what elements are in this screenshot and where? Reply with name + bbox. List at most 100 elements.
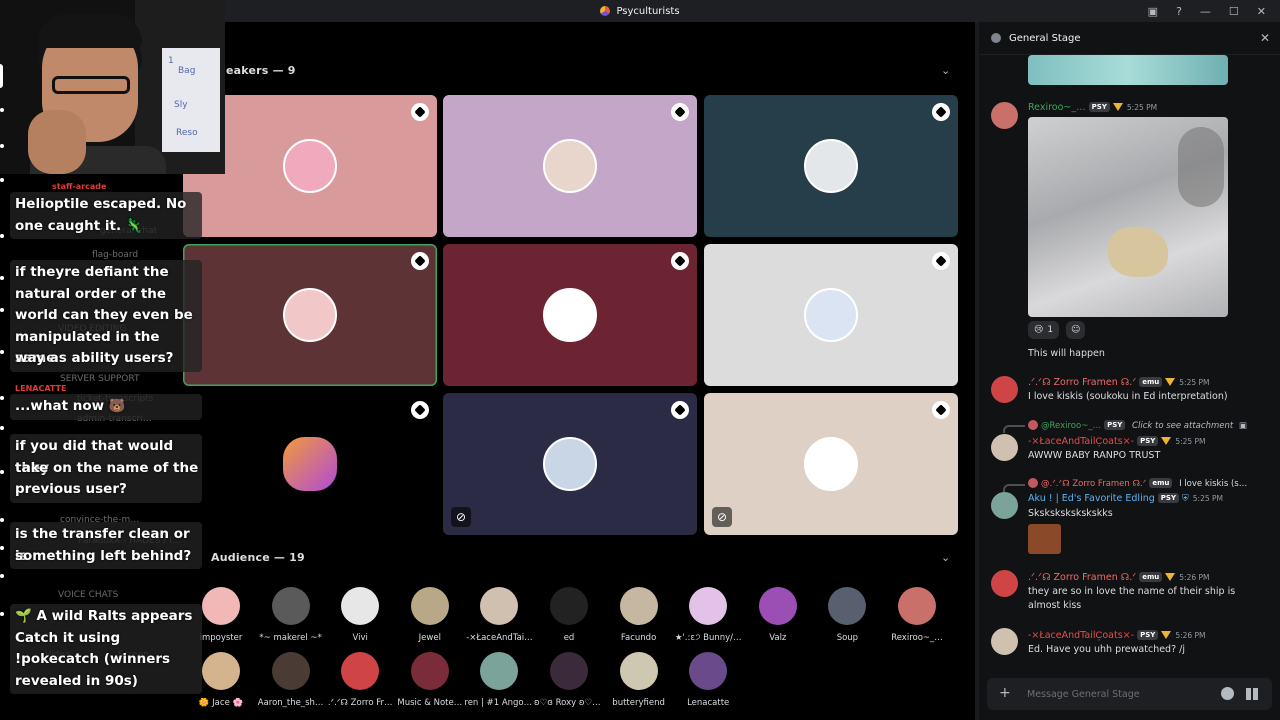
apps-icon[interactable] [1246,688,1258,700]
username[interactable]: -×ŁaceAndTailC͙oats×- [1028,436,1134,447]
audience-avatar [689,587,728,625]
inbox-icon[interactable]: ▣ [1148,5,1158,18]
role-icon [1165,378,1176,386]
speaker-tile[interactable] [443,244,697,386]
avatar[interactable] [991,492,1018,519]
overlay-chat-message: is the transfer clean or is something lef… [10,522,202,569]
speaker-tile[interactable] [704,95,958,237]
overlay-chat-message: if theyre defiant the natural order of th… [10,260,202,372]
overlay-chat-line: Catch it using [15,629,121,646]
reply-username: @.ᐟ.ᐟ☊ Zorro Framen ☊.ᐟ [1041,479,1147,489]
audience-member[interactable]: butteryfiend [604,652,674,708]
speaker-tile[interactable]: ⊘ [443,393,697,535]
emoji-sticker[interactable] [1028,524,1061,554]
audience-avatar [341,652,380,690]
minimize-button[interactable]: — [1200,5,1211,18]
ghost-channel-label: staff-arcade [52,182,107,191]
reply-preview[interactable]: @.ᐟ.ᐟ☊ Zorro Framen ☊.ᐟ emu I love kiskis… [1028,478,1248,489]
mic-muted-icon: ⊘ [712,507,732,527]
reply-preview[interactable]: @Rexiroo~_… PSY Click to see attachment ▣ [1028,420,1247,431]
speaker-tile[interactable]: ⊘ [704,393,958,535]
username[interactable]: .ᐟ.ᐟ☊ Zorro Framen ☊.ᐟ [1028,377,1136,388]
speaker-tile[interactable] [443,95,697,237]
avatar[interactable] [991,102,1018,129]
reply-text: I love kiskis (s… [1179,479,1248,489]
username[interactable]: Aku ! | Ed's Favorite Edling [1028,493,1155,504]
avatar[interactable] [991,570,1018,597]
audience-member[interactable]: -×ŁaceAndTai… [464,587,534,643]
maximize-button[interactable]: ☐ [1229,5,1239,18]
role-icon [1112,103,1123,111]
audience-member[interactable]: Valz [743,587,813,643]
collapse-speakers-icon[interactable]: ⌄ [941,64,950,77]
reaction-chip[interactable]: 😢 1 [1028,321,1060,339]
audience-member[interactable]: Rexiroo~_… [882,587,952,643]
audience-name: Music & Note… [397,698,463,708]
audience-name: Jewel [418,633,441,643]
speaker-avatar [283,139,337,193]
close-chat-icon[interactable]: ✕ [1260,31,1270,45]
audience-avatar [828,587,867,625]
audience-member[interactable]: ʚ♡ɞ Roxy ʚ♡ɞ… [534,652,604,708]
unread-dot [0,546,4,550]
overlay-chat-message: if you did that would they take on the na… [10,434,202,503]
board-text-2: Bag [178,66,196,76]
streamer-hair-front [38,14,142,48]
chat-title: General Stage [1009,32,1081,44]
image-attachment-previous[interactable] [1028,55,1228,85]
audience-member[interactable]: ★'.:ɛ੭ Bunny/… [673,587,743,643]
ghost-channel-label: VOICE CHATS [58,590,119,600]
audience-member[interactable]: ren | #1 Angoli… [464,652,534,708]
message-text: AWWW BABY RANPO TRUST [1028,450,1161,461]
audience-name: ʚ♡ɞ Roxy ʚ♡ɞ… [534,698,604,708]
add-attachment-icon[interactable]: + [999,685,1011,701]
audience-member[interactable]: *~ makerel ~* [256,587,326,643]
moderator-icon [671,103,689,121]
speaker-avatar [804,288,858,342]
message-header: -×ŁaceAndTailC͙oats×- PSY 5:26 PM [1028,630,1206,641]
reply-avatar [1028,478,1038,488]
audience-member[interactable]: ed [534,587,604,643]
username[interactable]: Rexiroo~_… [1028,102,1086,113]
unread-dot [0,574,4,578]
tag-badge: PSY [1137,630,1159,640]
audience-member[interactable]: Music & Note… [395,652,465,708]
help-icon[interactable]: ? [1176,5,1182,18]
audience-member[interactable]: Soup [812,587,882,643]
speaker-avatar [543,437,597,491]
avatar[interactable] [991,434,1018,461]
role-icon [1161,631,1172,639]
close-window-button[interactable]: ✕ [1257,5,1266,18]
speaker-avatar [804,139,858,193]
audience-member[interactable]: Facundo [604,587,674,643]
audience-member[interactable]: .ᐟ.ᐟ☊ Zorro Fr… [325,652,395,708]
moderator-icon [411,103,429,121]
message-header: Aku ! | Ed's Favorite Edling PSY ⛨ 5:25 PM [1028,493,1223,504]
audience-name: butteryfiend [612,698,665,708]
avatar[interactable] [991,628,1018,655]
username[interactable]: .ᐟ.ᐟ☊ Zorro Framen ☊.ᐟ [1028,572,1136,583]
image-attachment-video[interactable] [1028,117,1228,317]
unread-dot [0,308,4,312]
audience-member[interactable]: Vivi [325,587,395,643]
timestamp: 5:25 PM [1179,378,1210,387]
add-reaction-button[interactable]: ☺ [1066,321,1086,339]
audience-member[interactable]: Jewel [395,587,465,643]
overlay-chat-message: Helioptile escaped. No one caught it. 🦎 [10,192,202,239]
reply-tag-badge: emu [1149,478,1173,488]
avatar[interactable] [991,376,1018,403]
speaker-tile[interactable] [704,244,958,386]
audience-avatar [619,652,658,690]
overlay-chat-line: 🌱 A wild Ralts appears [15,608,193,624]
collapse-audience-icon[interactable]: ⌄ [941,551,950,564]
audience-member[interactable]: Aaron_the_sh… [256,652,326,708]
unread-dot [0,108,4,112]
audience-member[interactable]: Lenacatte [673,652,743,708]
message-input[interactable] [1027,686,1197,702]
puppy-shape [1108,227,1168,277]
overlay-chat-line: way as ability users? [15,350,174,366]
emoji-picker-icon[interactable] [1221,687,1234,700]
streamer-glasses [52,76,130,94]
username[interactable]: -×ŁaceAndTailC͙oats×- [1028,630,1134,641]
audience-name: .ᐟ.ᐟ☊ Zorro Fr… [327,698,393,708]
